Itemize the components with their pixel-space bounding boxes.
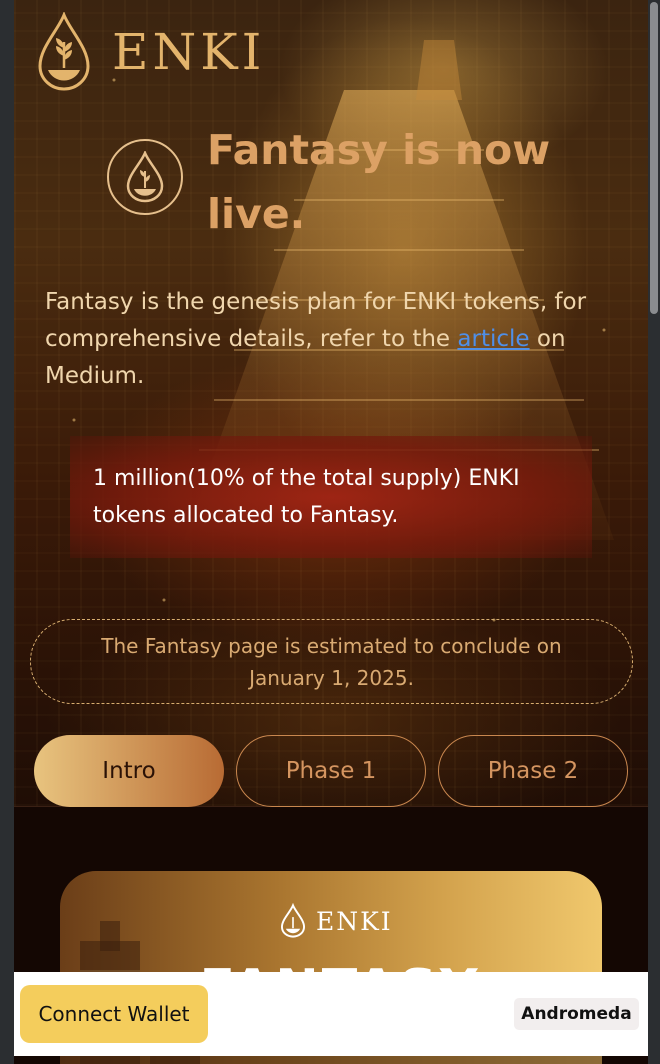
tab-phase-2[interactable]: Phase 2	[438, 735, 628, 807]
scrollbar-thumb[interactable]	[650, 2, 658, 314]
brand-name: ENKI	[112, 23, 266, 81]
drop-badge-icon	[107, 139, 183, 215]
tab-phase-1[interactable]: Phase 1	[236, 735, 426, 807]
conclusion-notice: The Fantasy page is estimated to conclud…	[30, 619, 633, 704]
card-logo: ENKI	[280, 903, 393, 939]
conclusion-text: The Fantasy page is estimated to conclud…	[101, 633, 562, 690]
bottom-bar: Connect Wallet Andromeda	[14, 972, 648, 1056]
card-brand-name: ENKI	[316, 906, 393, 936]
tab-intro[interactable]: Intro	[34, 735, 224, 807]
app-viewport: ENKI Fantasy is now live. Fantasy is the…	[14, 0, 648, 1064]
water-drop-wheat-icon	[38, 12, 90, 91]
article-link[interactable]: article	[457, 326, 529, 352]
brand-logo[interactable]: ENKI	[36, 12, 265, 92]
page-headline: Fantasy is now live.	[207, 126, 551, 238]
allocation-text: 1 million(10% of the total supply) ENKI …	[93, 466, 520, 528]
water-drop-icon	[126, 151, 164, 203]
connect-wallet-button[interactable]: Connect Wallet	[20, 985, 208, 1043]
intro-description: Fantasy is the genesis plan for ENKI tok…	[45, 284, 635, 395]
water-drop-icon	[280, 903, 306, 938]
scrollbar[interactable]	[648, 0, 660, 1064]
network-selector[interactable]: Andromeda	[514, 998, 639, 1030]
